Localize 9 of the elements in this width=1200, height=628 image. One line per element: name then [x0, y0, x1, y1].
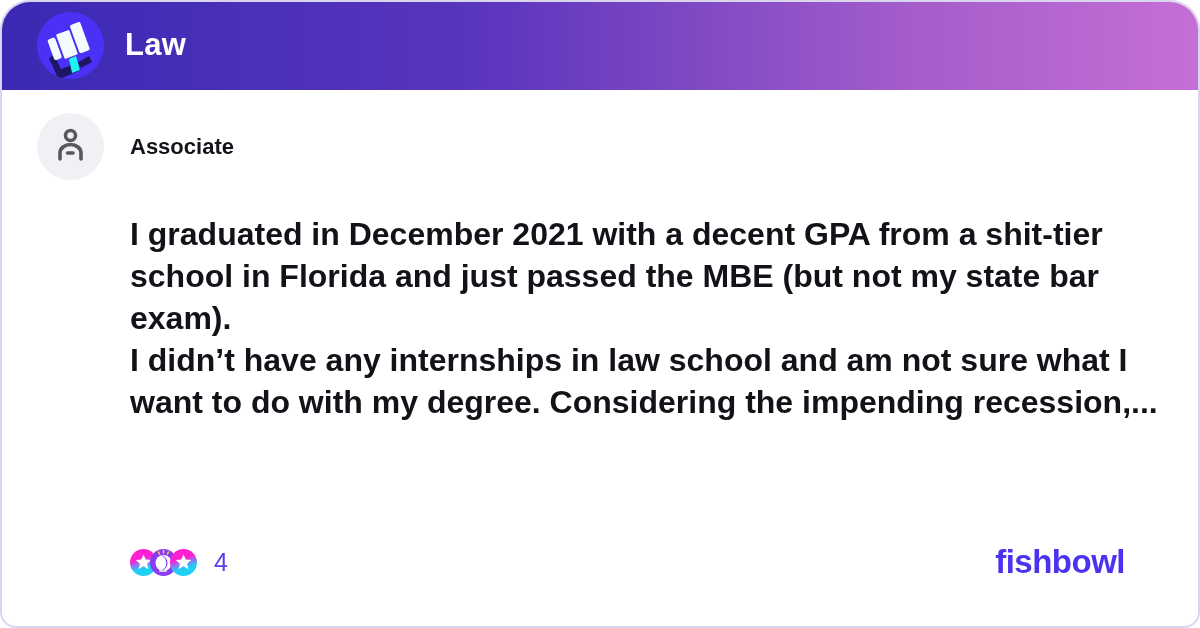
reaction-count: 4 [214, 547, 228, 577]
author-name: Associate [130, 133, 234, 160]
post-text: I didn’t have any internships in law school and am not sure what I want to do with my degree. Considering the impending recession,... [130, 341, 1159, 422]
channel-title: Law [125, 27, 187, 63]
avatar-person-icon [37, 113, 104, 180]
star-badge-icon [170, 548, 197, 576]
gavel-logo-icon [37, 11, 104, 79]
post-text: I graduated in December 2021 with a decent GPA from a shit-tier school in Florida and just passed the MBE (but not my state bar exam). [130, 215, 1104, 338]
brand-logo: fishbowl [995, 543, 1125, 581]
